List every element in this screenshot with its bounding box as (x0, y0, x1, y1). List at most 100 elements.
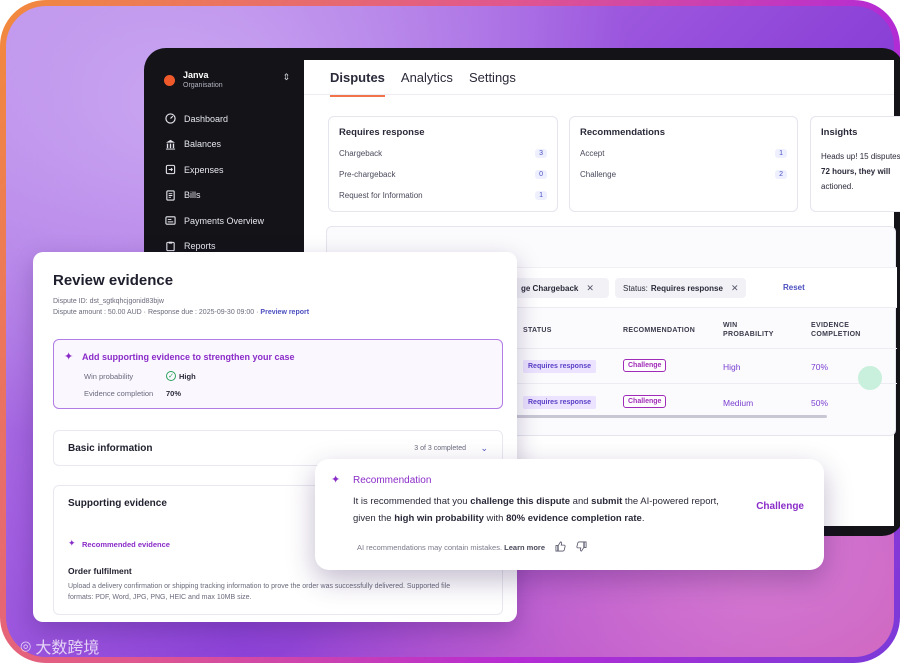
recommendation-badge[interactable]: Challenge (623, 395, 667, 408)
sidebar-item-label: Bills (184, 190, 201, 201)
section-title: Basic information (68, 443, 153, 454)
status-badge: Requires response (523, 360, 597, 373)
close-icon[interactable]: ✕ (586, 283, 594, 294)
win-probability-label: Win probability (84, 372, 134, 381)
sidebar-item-payments-overview[interactable]: Payments Overview (164, 208, 264, 234)
win-probability-value: ✓ High (166, 371, 196, 381)
reset-filters-link[interactable]: Reset (783, 283, 805, 292)
suggestion-box: ✦ Add supporting evidence to strengthen … (53, 339, 503, 409)
section-title: Supporting evidence (68, 498, 167, 509)
thumbs-up-icon[interactable] (555, 541, 566, 554)
list-item[interactable]: Accept 1 (580, 146, 787, 160)
insights-line: 72 hours, they will (821, 167, 891, 176)
tab-bar: Disputes Analytics Settings (330, 70, 516, 97)
ai-disclaimer: AI recommendations may contain mistakes.… (357, 541, 587, 554)
insights-line: Heads up! 15 disputes (821, 152, 900, 161)
watermark: ◎ 大数跨境 (20, 634, 99, 658)
sidebar-item-label: Expenses (184, 164, 224, 175)
org-name: Janva (183, 70, 209, 80)
requires-response-card: Requires response Chargeback 3 Pre-charg… (328, 116, 558, 212)
sidebar-item-dashboard[interactable]: Dashboard (164, 106, 264, 132)
tab-analytics[interactable]: Analytics (401, 70, 453, 97)
column-header-status[interactable]: STATUS (523, 326, 552, 335)
count-badge: 3 (535, 148, 547, 158)
sidebar-item-bills[interactable]: Bills (164, 183, 264, 209)
list-item[interactable]: Pre-chargeback 0 (339, 167, 547, 181)
payments-icon (164, 215, 176, 227)
count-badge: 1 (535, 190, 547, 200)
row-label: Accept (580, 148, 605, 158)
sparkle-icon: ✦ (68, 538, 76, 548)
bills-icon (164, 189, 176, 201)
text-bold: submit (591, 496, 623, 507)
row-label: Request for Information (339, 190, 423, 200)
chip-label: Status: (623, 283, 648, 293)
chevron-updown-icon: ⇕ (282, 72, 290, 82)
chip-label: ge Chargeback (521, 283, 579, 293)
sidebar: Janva Organisation ⇕ Dashboard Balances … (156, 62, 304, 262)
tab-settings[interactable]: Settings (469, 70, 516, 97)
chip-value: Requires response (650, 283, 723, 293)
suggestion-title: Add supporting evidence to strengthen yo… (82, 352, 295, 362)
header-line: EVIDENCE (811, 322, 850, 329)
preview-report-link[interactable]: Preview report (260, 309, 309, 316)
org-logo-icon (164, 74, 175, 86)
recommendation-badge[interactable]: Challenge (623, 359, 667, 372)
chevron-down-icon[interactable]: ⌄ (480, 443, 488, 454)
tab-disputes[interactable]: Disputes (330, 70, 385, 97)
list-item[interactable]: Challenge 2 (580, 167, 787, 181)
disclaimer-text: AI recommendations may contain mistakes.… (357, 543, 545, 552)
sparkle-icon: ✦ (64, 351, 74, 363)
text-segment: given the (353, 513, 395, 524)
horizontal-scrollbar[interactable] (497, 415, 827, 418)
text-segment: It is recommended that you (353, 496, 471, 507)
text-bold: high win probability (394, 513, 484, 524)
tab-divider (304, 94, 894, 95)
order-fulfilment-title: Order fulfilment (68, 566, 132, 576)
sidebar-item-expenses[interactable]: Expenses (164, 157, 264, 183)
order-fulfilment-description: Upload a delivery confirmation or shippi… (68, 583, 451, 601)
evidence-completion-value: 70% (166, 389, 182, 398)
sidebar-item-label: Dashboard (184, 113, 229, 124)
column-header-win-probability[interactable]: WIN PROBABILITY (723, 321, 774, 339)
org-switcher[interactable]: Janva Organisation ⇕ (164, 70, 300, 90)
dashboard-icon (164, 113, 176, 125)
win-probability-cell: Medium (723, 398, 754, 408)
text-segment: with (483, 513, 507, 524)
win-value-text: High (179, 371, 196, 381)
row-label: Challenge (580, 169, 617, 179)
filter-chip-type[interactable]: ge Chargeback ✕ (513, 278, 609, 298)
header-line: WIN (723, 322, 738, 329)
learn-more-link[interactable]: Learn more (504, 543, 545, 552)
completion-cell: 50% (811, 398, 829, 408)
count-badge: 2 (775, 169, 787, 179)
popup-title: Recommendation (353, 475, 432, 486)
win-probability-cell: High (723, 362, 741, 372)
challenge-button[interactable]: Challenge (756, 501, 804, 512)
card-title: Requires response (339, 127, 425, 138)
close-icon[interactable]: ✕ (731, 283, 739, 294)
card-title: Recommendations (580, 127, 665, 138)
column-header-evidence-completion[interactable]: EVIDENCE COMPLETION (811, 321, 861, 339)
filter-chip-status[interactable]: Status: Requires response ✕ (615, 278, 747, 298)
text-bold: challenge this dispute (470, 496, 571, 507)
bank-icon (164, 138, 176, 150)
sidebar-item-balances[interactable]: Balances (164, 132, 264, 158)
disclaimer-message: AI recommendations may contain mistakes. (357, 543, 503, 552)
column-header-recommendation[interactable]: RECOMMENDATION (623, 326, 695, 335)
watermark-text: 大数跨境 (35, 640, 100, 657)
sparkle-icon: ✦ (331, 474, 341, 486)
text-segment: and (570, 496, 592, 507)
completion-cell: 70% (811, 362, 829, 372)
sidebar-item-label: Reports (184, 241, 216, 252)
list-item[interactable]: Request for Information 1 (339, 188, 547, 202)
sidebar-item-label: Payments Overview (184, 215, 265, 226)
card-title: Insights (821, 127, 858, 138)
list-item[interactable]: Chargeback 3 (339, 146, 547, 160)
watermark-logo-icon: ◎ (20, 638, 32, 653)
row-label: Chargeback (339, 148, 383, 158)
cursor-highlight (858, 366, 882, 390)
row-label: Pre-chargeback (339, 169, 396, 179)
dispute-meta: Dispute amount : 50.00 AUD · Response du… (53, 309, 309, 316)
thumbs-down-icon[interactable] (576, 541, 587, 554)
